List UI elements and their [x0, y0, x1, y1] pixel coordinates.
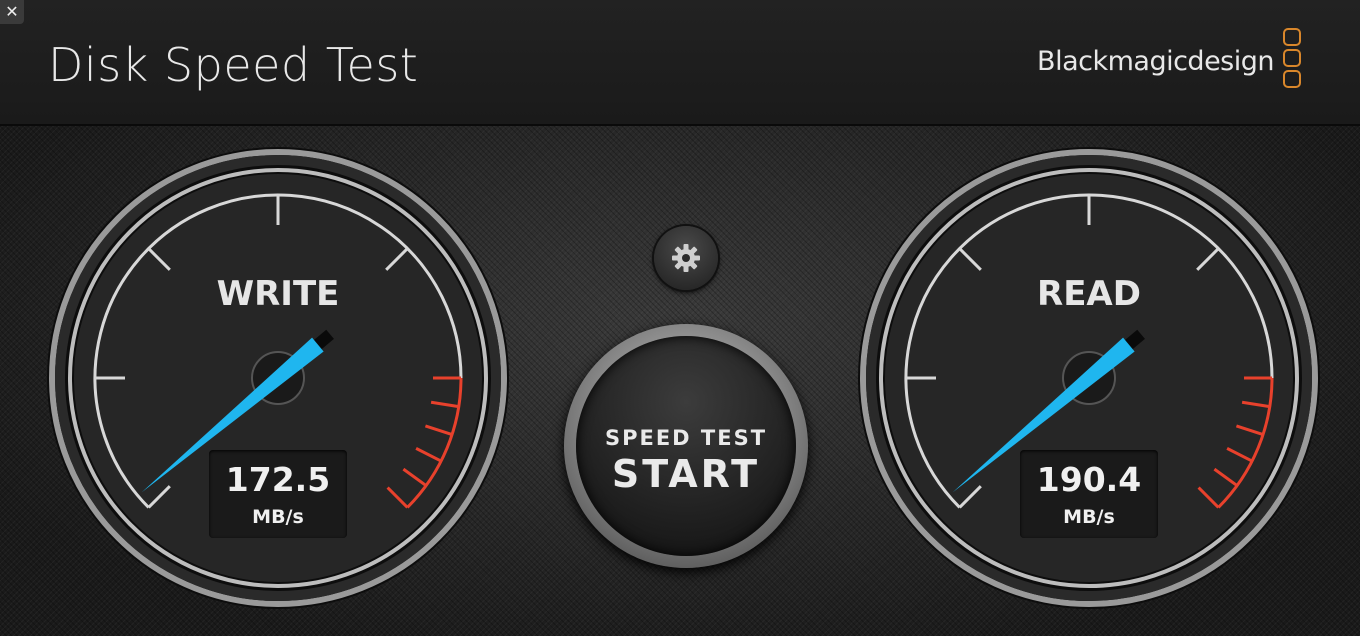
read-gauge-needle-tail: [1124, 329, 1145, 350]
app-title: Disk Speed Test: [48, 38, 419, 92]
write-gauge-dial: [47, 147, 509, 609]
read-gauge: READ 190.4 MB/s: [855, 144, 1323, 612]
speed-test-start-button[interactable]: SPEED TEST START: [564, 324, 808, 568]
read-gauge-dial: [858, 147, 1320, 609]
write-gauge-label: WRITE: [216, 274, 340, 314]
settings-button[interactable]: [654, 226, 718, 290]
start-button-caption: SPEED TEST: [604, 426, 768, 450]
write-gauge-needle-tail: [313, 329, 334, 350]
write-speed-readout: 172.5 MB/s: [209, 450, 347, 538]
write-speed-value: 172.5: [225, 460, 331, 499]
read-speed-value: 190.4: [1036, 460, 1142, 499]
write-speed-unit: MB/s: [252, 506, 304, 528]
start-button-label: START: [611, 452, 761, 496]
gear-icon: [672, 244, 700, 272]
read-speed-readout: 190.4 MB/s: [1020, 450, 1158, 538]
close-icon[interactable]: ✕: [0, 0, 24, 24]
read-speed-unit: MB/s: [1063, 506, 1115, 528]
start-button-face: SPEED TEST START: [576, 336, 796, 556]
write-gauge: WRITE 172.5 MB/s: [44, 144, 512, 612]
read-gauge-label: READ: [1037, 274, 1141, 314]
app-header: ✕ Disk Speed Test Blackmagicdesign: [0, 0, 1360, 126]
blackmagic-logo-icon: [1283, 28, 1307, 102]
brand-name: Blackmagicdesign: [1037, 46, 1274, 77]
